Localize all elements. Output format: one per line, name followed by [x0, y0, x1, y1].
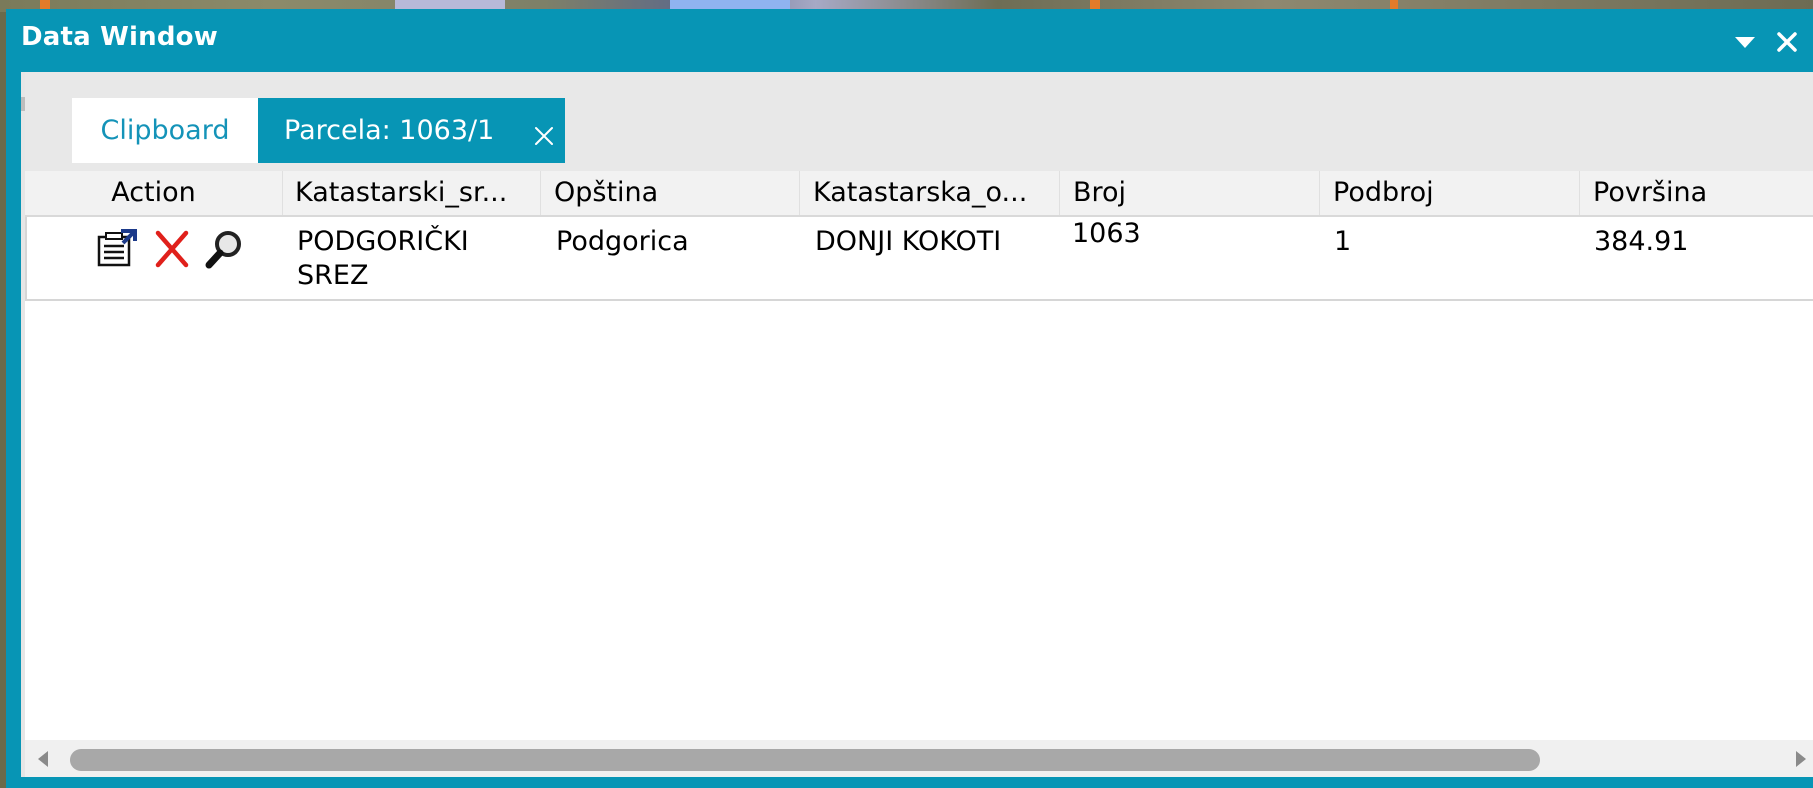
- window-titlebar[interactable]: Data Window: [6, 9, 1813, 71]
- cell-broj: 1063: [1072, 218, 1141, 249]
- horizontal-scrollbar[interactable]: [25, 740, 1813, 777]
- scrollbar-thumb[interactable]: [70, 749, 1540, 771]
- window-bottom-border: [6, 777, 1813, 788]
- tab-label: Parcela: 1063/1: [284, 115, 495, 146]
- close-icon[interactable]: [1772, 27, 1802, 57]
- tab-clipboard[interactable]: Clipboard: [72, 98, 258, 163]
- cell-katastarska-opstina: DONJI KOKOTI: [815, 226, 1002, 257]
- scroll-left-arrow-icon[interactable]: [33, 748, 55, 770]
- tab-parcela[interactable]: Parcela: 1063/1: [258, 98, 565, 163]
- tab-strip: Clipboard Parcela: 1063/1: [25, 72, 1813, 171]
- cell-opstina: Podgorica: [556, 226, 689, 257]
- column-header-katastarska-opstina[interactable]: Katastarska_o...: [800, 171, 1060, 215]
- cell-podbroj: 1: [1334, 226, 1352, 257]
- zoom-icon[interactable]: [203, 229, 247, 269]
- delete-icon[interactable]: [151, 229, 195, 269]
- scroll-right-arrow-icon[interactable]: [1789, 748, 1811, 770]
- column-header-podbroj[interactable]: Podbroj: [1320, 171, 1580, 215]
- data-window: Data Window Clipboard Parcela: 1063/1 Ac…: [6, 9, 1813, 788]
- grid-header: Action Katastarski_sr... Opština Katasta…: [25, 171, 1813, 217]
- column-header-povrsina[interactable]: Površina: [1580, 171, 1813, 215]
- window-title: Data Window: [21, 22, 218, 52]
- table-row[interactable]: PODGORIČKI SREZ Podgorica DONJI KOKOTI 1…: [25, 217, 1813, 301]
- column-header-action[interactable]: Action: [25, 171, 283, 215]
- column-header-katastarski-srez[interactable]: Katastarski_sr...: [282, 171, 541, 215]
- column-header-broj[interactable]: Broj: [1060, 171, 1320, 215]
- cell-katastarski-srez: PODGORIČKI SREZ: [297, 226, 469, 291]
- triangle-down-icon[interactable]: [1730, 27, 1760, 57]
- column-header-opstina[interactable]: Opština: [541, 171, 800, 215]
- tab-label: Clipboard: [100, 115, 230, 146]
- cell-povrsina: 384.91: [1594, 226, 1689, 257]
- data-panel: Clipboard Parcela: 1063/1 Action Katasta…: [21, 72, 1813, 777]
- properties-icon[interactable]: [95, 229, 139, 269]
- tab-close-icon[interactable]: [533, 106, 555, 145]
